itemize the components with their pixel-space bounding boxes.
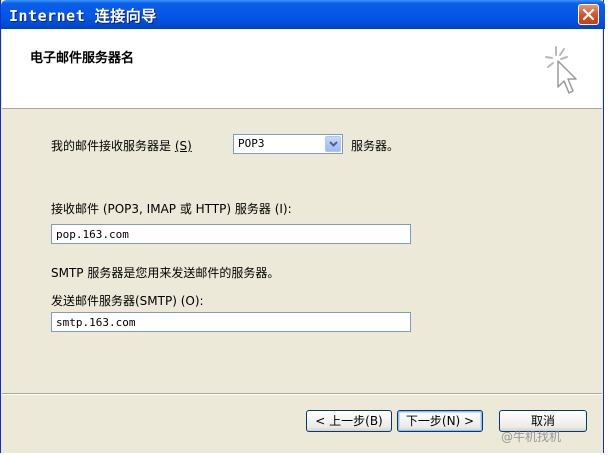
next-button[interactable]: 下一步(N) >	[397, 410, 483, 432]
close-icon	[582, 8, 595, 21]
watermark: @牛机找机	[501, 430, 562, 444]
outgoing-server-label: 发送邮件服务器(SMTP) (O):	[51, 292, 204, 309]
server-type-value: POP3	[238, 137, 265, 150]
server-type-label: 我的邮件接收服务器是 (S)	[51, 137, 192, 154]
incoming-server-label-text: 接收邮件 (POP3, IMAP 或 HTTP) 服务器	[51, 202, 271, 216]
wizard-window: Internet 连接向导 电子邮件服务器名 我的邮件接收服务器是 (S) PO…	[0, 0, 605, 453]
server-type-hotkey: (S)	[174, 139, 192, 153]
incoming-server-input[interactable]: pop.163.com	[51, 224, 411, 244]
window-title: Internet 连接向导	[9, 7, 157, 25]
wizard-header: 电子邮件服务器名	[2, 29, 602, 109]
wizard-cursor-icon	[545, 46, 577, 94]
server-type-select[interactable]: POP3	[233, 134, 343, 154]
back-button[interactable]: < 上一步(B)	[306, 410, 392, 432]
outgoing-server-label-text: 发送邮件服务器(SMTP)	[51, 294, 177, 308]
outgoing-server-input[interactable]: smtp.163.com	[51, 312, 411, 332]
button-separator	[2, 393, 602, 395]
dropdown-button[interactable]	[325, 136, 341, 152]
smtp-note: SMTP 服务器是您用来发送邮件的服务器。	[51, 266, 280, 280]
server-type-suffix: 服务器。	[351, 139, 400, 153]
server-type-label-text: 我的邮件接收服务器是	[51, 139, 172, 153]
incoming-server-hotkey: (I):	[274, 202, 292, 216]
chevron-down-icon	[329, 141, 338, 147]
page-title: 电子邮件服务器名	[30, 51, 135, 66]
title-bar[interactable]: Internet 连接向导	[1, 0, 605, 29]
incoming-server-label: 接收邮件 (POP3, IMAP 或 HTTP) 服务器 (I):	[51, 200, 292, 217]
close-button[interactable]	[578, 4, 599, 25]
outgoing-server-hotkey: (O):	[180, 294, 204, 308]
